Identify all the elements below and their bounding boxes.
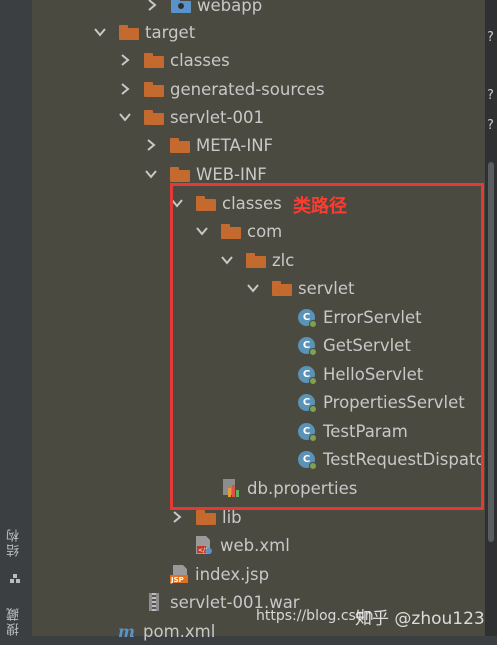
folder-icon [170, 137, 190, 153]
tree-item-classes-top[interactable]: classes [118, 46, 230, 74]
maven-icon: m [118, 621, 136, 641]
watermark-author: 知乎 @zhou123 [355, 609, 485, 629]
chevron-right-icon[interactable] [170, 510, 184, 524]
tree-item-label: target [145, 22, 196, 42]
tree-item-label: classes [170, 50, 230, 70]
classpath-highlight-box [170, 183, 484, 510]
structure-tab[interactable]: 结构 [5, 527, 24, 557]
chevron-down-icon[interactable] [93, 25, 107, 39]
tree-item-generated-sources[interactable]: generated-sources [118, 75, 325, 103]
tree-item-pom[interactable]: m pom.xml [118, 617, 215, 645]
tree-item-label: WEB-INF [196, 164, 267, 184]
svg-text:JSP: JSP [170, 576, 184, 584]
folder-icon [144, 52, 164, 68]
xml-file-icon: </> [195, 535, 213, 555]
tree-item-label: webapp [197, 0, 263, 15]
tree-item-label: META-INF [196, 135, 274, 155]
tree-item-label: servlet-001 [170, 107, 264, 127]
folder-icon [144, 81, 164, 97]
folder-icon [144, 109, 164, 125]
chevron-down-icon[interactable] [144, 167, 158, 181]
tree-item-label: generated-sources [170, 79, 325, 99]
tree-item-label: index.jsp [195, 564, 270, 584]
tree-item-index-jsp[interactable]: JSP index.jsp [170, 560, 269, 588]
tree-item-label: pom.xml [143, 621, 216, 641]
chevron-down-icon[interactable] [118, 110, 132, 124]
chevron-right-icon[interactable] [118, 53, 132, 67]
chevron-right-icon[interactable] [145, 0, 159, 12]
svg-text:m: m [118, 622, 135, 641]
favorites-tab[interactable]: 搜藏 [5, 606, 24, 636]
tree-item-label: lib [222, 507, 242, 527]
classpath-annotation: 类路径 [293, 196, 347, 217]
tree-item-label: web.xml [220, 535, 290, 555]
tree-item-webapp[interactable]: webapp [145, 0, 262, 19]
tree-item-meta-inf[interactable]: META-INF [144, 131, 273, 159]
tree-item-target[interactable]: target [93, 18, 195, 46]
folder-icon [171, 0, 191, 13]
chevron-right-icon[interactable] [144, 138, 158, 152]
structure-icon [9, 570, 21, 583]
tree-item-servlet-001[interactable]: servlet-001 [118, 103, 264, 131]
side-tool-strip: 结构 搜藏 [0, 0, 33, 636]
folder-icon [119, 24, 139, 40]
archive-file-icon [145, 592, 163, 612]
tree-scrollbar[interactable] [488, 162, 494, 542]
chevron-right-icon[interactable] [118, 82, 132, 96]
tree-item-web-xml[interactable]: </> web.xml [195, 531, 290, 559]
folder-icon [170, 166, 190, 182]
folder-icon [196, 509, 216, 525]
jsp-file-icon: JSP [170, 564, 188, 584]
